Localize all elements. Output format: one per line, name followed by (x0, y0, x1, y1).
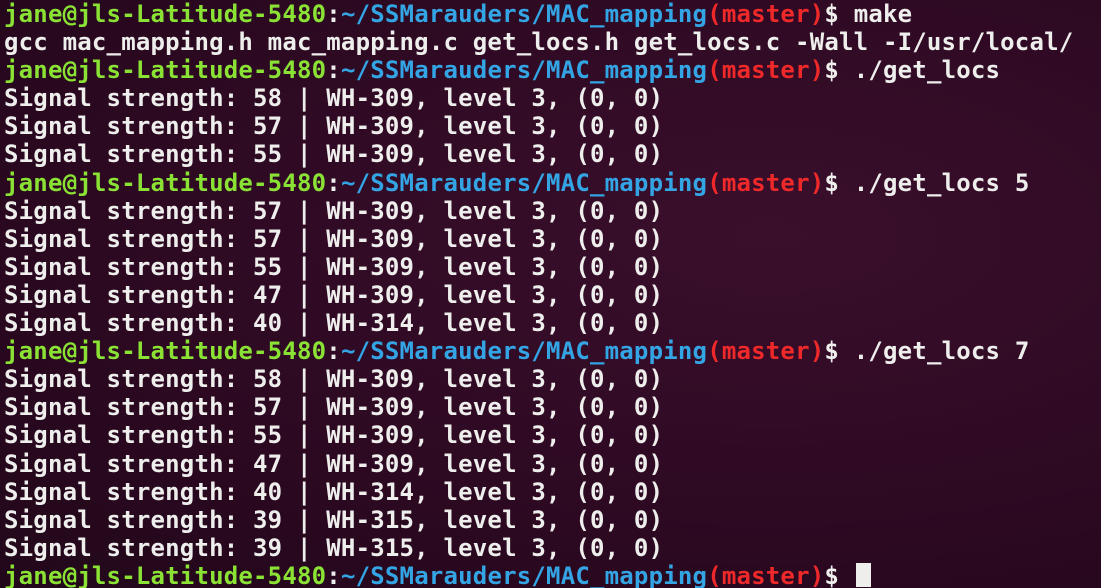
prompt-user: jane@jls-Latitude-5480 (4, 0, 327, 28)
output-text: Signal strength: 55 | WH-309, level 3, (… (4, 140, 664, 169)
output-line: Signal strength: 55 | WH-309, level 3, (… (4, 253, 1101, 281)
prompt-path: ~/SSMarauders/MAC_mapping (340, 168, 708, 197)
command-text: make (853, 0, 913, 28)
prompt-path: ~/SSMarauders/MAC_mapping (340, 561, 708, 588)
output-line: Signal strength: 39 | WH-315, level 3, (… (4, 506, 1101, 534)
prompt-path: ~/SSMarauders/MAC_mapping (340, 337, 708, 366)
terminal-window[interactable]: jane@jls-Latitude-5480:~/SSMarauders/MAC… (0, 0, 1101, 588)
prompt-git-branch: (master) (707, 168, 825, 197)
output-line: Signal strength: 47 | WH-309, level 3, (… (4, 281, 1101, 309)
output-text: Signal strength: 40 | WH-314, level 3, (… (4, 309, 664, 338)
prompt-symbol: $ (824, 561, 854, 588)
command-text: ./get_locs 7 (853, 337, 1030, 366)
prompt-symbol: $ (824, 56, 854, 85)
output-text: Signal strength: 47 | WH-309, level 3, (… (4, 280, 664, 309)
output-text: Signal strength: 39 | WH-315, level 3, (… (4, 533, 664, 562)
prompt-symbol: $ (824, 168, 854, 197)
output-text: Signal strength: 55 | WH-309, level 3, (… (4, 252, 664, 281)
output-text: Signal strength: 47 | WH-309, level 3, (… (4, 449, 664, 478)
output-line: Signal strength: 57 | WH-309, level 3, (… (4, 225, 1101, 253)
output-line: Signal strength: 55 | WH-309, level 3, (… (4, 421, 1101, 449)
output-line: Signal strength: 57 | WH-309, level 3, (… (4, 197, 1101, 225)
output-line: Signal strength: 58 | WH-309, level 3, (… (4, 365, 1101, 393)
output-text: Signal strength: 58 | WH-309, level 3, (… (4, 84, 664, 113)
output-line: Signal strength: 40 | WH-314, level 3, (… (4, 478, 1101, 506)
prompt-git-branch: (master) (707, 337, 825, 366)
prompt-line: jane@jls-Latitude-5480:~/SSMarauders/MAC… (4, 337, 1101, 365)
output-text: Signal strength: 57 | WH-309, level 3, (… (4, 393, 664, 422)
prompt-separator: : (326, 0, 341, 28)
prompt-line: jane@jls-Latitude-5480:~/SSMarauders/MAC… (4, 0, 1101, 28)
output-text: Signal strength: 39 | WH-315, level 3, (… (4, 505, 664, 534)
output-line: Signal strength: 40 | WH-314, level 3, (… (4, 309, 1101, 337)
prompt-git-branch: (master) (707, 0, 825, 28)
prompt-user: jane@jls-Latitude-5480 (4, 561, 327, 588)
output-text: Signal strength: 58 | WH-309, level 3, (… (4, 365, 664, 394)
prompt-separator: : (326, 56, 341, 85)
prompt-user: jane@jls-Latitude-5480 (4, 337, 327, 366)
text-cursor[interactable] (855, 562, 871, 587)
prompt-line: jane@jls-Latitude-5480:~/SSMarauders/MAC… (4, 169, 1101, 197)
prompt-user: jane@jls-Latitude-5480 (4, 56, 327, 85)
command-text: ./get_locs 5 (853, 168, 1030, 197)
output-line: gcc mac_mapping.h mac_mapping.c get_locs… (4, 28, 1101, 56)
output-text: Signal strength: 57 | WH-309, level 3, (… (4, 112, 664, 141)
prompt-separator: : (326, 561, 341, 588)
output-line: Signal strength: 47 | WH-309, level 3, (… (4, 450, 1101, 478)
output-text: Signal strength: 57 | WH-309, level 3, (… (4, 196, 664, 225)
output-line: Signal strength: 58 | WH-309, level 3, (… (4, 84, 1101, 112)
prompt-separator: : (326, 337, 341, 366)
output-line: Signal strength: 57 | WH-309, level 3, (… (4, 393, 1101, 421)
output-line: Signal strength: 55 | WH-309, level 3, (… (4, 140, 1101, 168)
output-line: Signal strength: 39 | WH-315, level 3, (… (4, 534, 1101, 562)
prompt-git-branch: (master) (707, 56, 825, 85)
output-line: Signal strength: 57 | WH-309, level 3, (… (4, 112, 1101, 140)
output-text: Signal strength: 55 | WH-309, level 3, (… (4, 421, 664, 450)
prompt-path: ~/SSMarauders/MAC_mapping (340, 0, 708, 28)
prompt-line: jane@jls-Latitude-5480:~/SSMarauders/MAC… (4, 562, 1101, 588)
prompt-path: ~/SSMarauders/MAC_mapping (340, 56, 708, 85)
output-text: gcc mac_mapping.h mac_mapping.c get_locs… (4, 28, 1074, 57)
prompt-line: jane@jls-Latitude-5480:~/SSMarauders/MAC… (4, 56, 1101, 84)
prompt-user: jane@jls-Latitude-5480 (4, 168, 327, 197)
prompt-separator: : (326, 168, 341, 197)
prompt-symbol: $ (824, 0, 854, 28)
command-text: ./get_locs (853, 56, 1001, 85)
prompt-symbol: $ (824, 337, 854, 366)
output-text: Signal strength: 40 | WH-314, level 3, (… (4, 477, 664, 506)
prompt-git-branch: (master) (707, 561, 825, 588)
output-text: Signal strength: 57 | WH-309, level 3, (… (4, 224, 664, 253)
